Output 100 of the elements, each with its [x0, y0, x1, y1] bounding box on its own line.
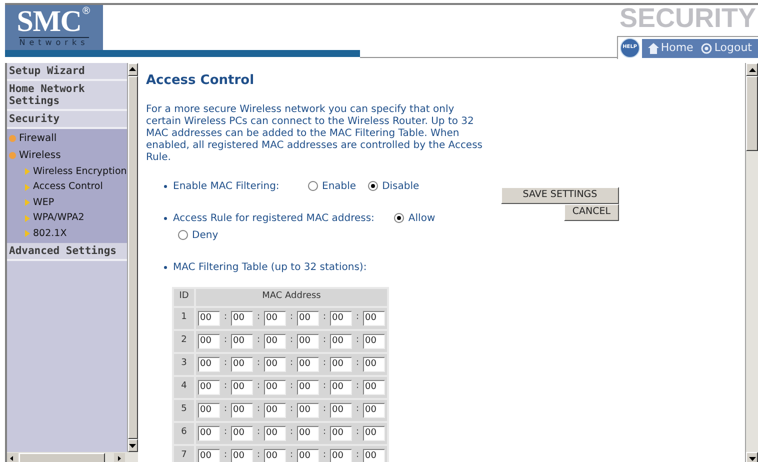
right-arrow-icon[interactable]	[114, 453, 125, 462]
octet-field[interactable]: 00	[297, 402, 319, 418]
octet-field[interactable]: 00	[264, 448, 286, 462]
sidebar-section[interactable]: Advanced Settings	[7, 242, 127, 260]
separator: :	[354, 311, 360, 324]
octet-field[interactable]: 00	[363, 380, 385, 394]
logo-subtitle: Networks	[19, 37, 89, 47]
octet-field[interactable]: 00	[297, 310, 319, 326]
octet-field[interactable]: 00	[198, 402, 220, 418]
octet-field[interactable]: 00	[297, 356, 319, 372]
sidebar-item[interactable]: Access Control	[33, 180, 103, 194]
octet-field[interactable]: 00	[330, 448, 352, 462]
octet-field[interactable]: 00	[264, 426, 286, 440]
table-cell: 2	[174, 330, 194, 352]
sidebar-item[interactable]: Firewall	[19, 131, 57, 146]
column-header: ID	[174, 288, 194, 306]
octet-field[interactable]: 00	[363, 356, 385, 372]
octet-field[interactable]: 00	[198, 426, 220, 440]
octet-field[interactable]: 00	[231, 380, 253, 394]
separator: :	[222, 449, 228, 462]
separator: :	[354, 357, 360, 370]
separator: :	[256, 403, 262, 416]
separator: :	[222, 403, 228, 416]
triangle-icon	[25, 184, 30, 191]
octet-field[interactable]: 00	[198, 334, 220, 348]
up-arrow-icon[interactable]	[748, 68, 756, 72]
octet-field[interactable]: 00	[264, 402, 286, 418]
octet-field[interactable]: 00	[264, 380, 286, 394]
octet-field[interactable]: 00	[363, 310, 385, 326]
down-arrow-icon[interactable]	[748, 456, 756, 460]
radio-label: Allow	[408, 212, 436, 226]
separator: :	[222, 380, 228, 394]
sidebar-item[interactable]: WPA/WPA2	[33, 211, 84, 226]
octet-field[interactable]: 00	[297, 334, 319, 348]
octet-field[interactable]: 00	[264, 310, 286, 326]
separator: :	[354, 426, 360, 440]
radio-button[interactable]	[308, 181, 318, 191]
octet-field[interactable]: 00	[330, 402, 352, 418]
octet-field[interactable]: 00	[363, 448, 385, 462]
radio-button[interactable]	[368, 181, 378, 191]
description: For a more secure Wireless network you can specify that only certain Wireless PCs can connect to the Wireless Router. Up to 32 MAC addresses can be added to the MAC Filtering Table. When enabled, all registered MAC addresses are controlled by the Access Rule.	[146, 104, 484, 164]
octet-field[interactable]: 00	[231, 310, 253, 326]
octet-field[interactable]: 00	[363, 402, 385, 418]
octet-field[interactable]: 00	[330, 380, 352, 394]
octet-field[interactable]: 00	[264, 356, 286, 372]
save-button[interactable]: SAVE SETTINGS	[501, 186, 619, 204]
radio-button[interactable]	[178, 230, 188, 240]
scrollbar-thumb[interactable]	[746, 76, 758, 151]
separator: :	[354, 403, 360, 416]
scrollbar-thumb[interactable]	[19, 453, 105, 462]
octet-field[interactable]: 00	[297, 380, 319, 394]
octet-field[interactable]: 00	[231, 448, 253, 462]
setting-label: Enable MAC Filtering:	[173, 180, 280, 194]
octet-field[interactable]: 00	[198, 310, 220, 326]
home-link[interactable]: Home	[648, 40, 694, 56]
separator: :	[322, 334, 328, 348]
sidebar-item[interactable]: 802.1X	[33, 226, 67, 241]
sidebar-item[interactable]: Wireless Encryption	[33, 164, 127, 179]
setting-label: MAC Filtering Table (up to 32 stations):	[173, 260, 367, 274]
sidebar-section[interactable]: Security	[7, 111, 127, 129]
octet-field[interactable]: 00	[231, 402, 253, 418]
separator: :	[322, 311, 328, 324]
column-header: MAC Address	[196, 288, 387, 306]
up-arrow-icon[interactable]	[129, 67, 136, 72]
separator: :	[256, 311, 262, 324]
separator: :	[354, 380, 360, 394]
separator: :	[288, 357, 294, 370]
left-arrow-icon[interactable]	[7, 453, 18, 462]
octet-field[interactable]: 00	[297, 426, 319, 440]
logout-link[interactable]: Logout	[701, 40, 752, 56]
octet-field[interactable]: 00	[198, 356, 220, 372]
octet-field[interactable]: 00	[330, 334, 352, 348]
octet-field[interactable]: 00	[231, 426, 253, 440]
octet-field[interactable]: 00	[231, 356, 253, 372]
octet-field[interactable]: 00	[330, 356, 352, 372]
down-arrow-icon[interactable]	[129, 444, 136, 448]
sidebar-item[interactable]: WEP	[33, 196, 54, 210]
separator: :	[288, 403, 294, 416]
octet-field[interactable]: 00	[198, 380, 220, 394]
octet-field[interactable]: 00	[231, 334, 253, 348]
octet-field[interactable]: 00	[297, 448, 319, 462]
house-icon	[648, 42, 659, 54]
page-title: Access Control	[146, 72, 256, 90]
octet-field[interactable]: 00	[330, 310, 352, 326]
separator: :	[222, 426, 228, 440]
sidebar-section[interactable]: Home Network Settings	[7, 81, 127, 111]
triangle-icon	[25, 230, 30, 238]
octet-field[interactable]: 00	[330, 426, 352, 440]
sidebar-item[interactable]: Wireless	[19, 148, 61, 163]
separator: :	[288, 380, 294, 394]
octet-field[interactable]: 00	[264, 334, 286, 348]
scrollbar[interactable]	[745, 63, 758, 462]
octet-field[interactable]: 00	[198, 448, 220, 462]
horizontal-scrollbar[interactable]	[7, 452, 138, 462]
radio-button[interactable]	[394, 213, 404, 223]
cancel-button[interactable]: CANCEL	[564, 204, 619, 220]
octet-field[interactable]: 00	[363, 426, 385, 440]
table-cell: 4	[174, 376, 194, 398]
sidebar-section[interactable]: Setup Wizard	[7, 63, 127, 81]
octet-field[interactable]: 00	[363, 334, 385, 348]
